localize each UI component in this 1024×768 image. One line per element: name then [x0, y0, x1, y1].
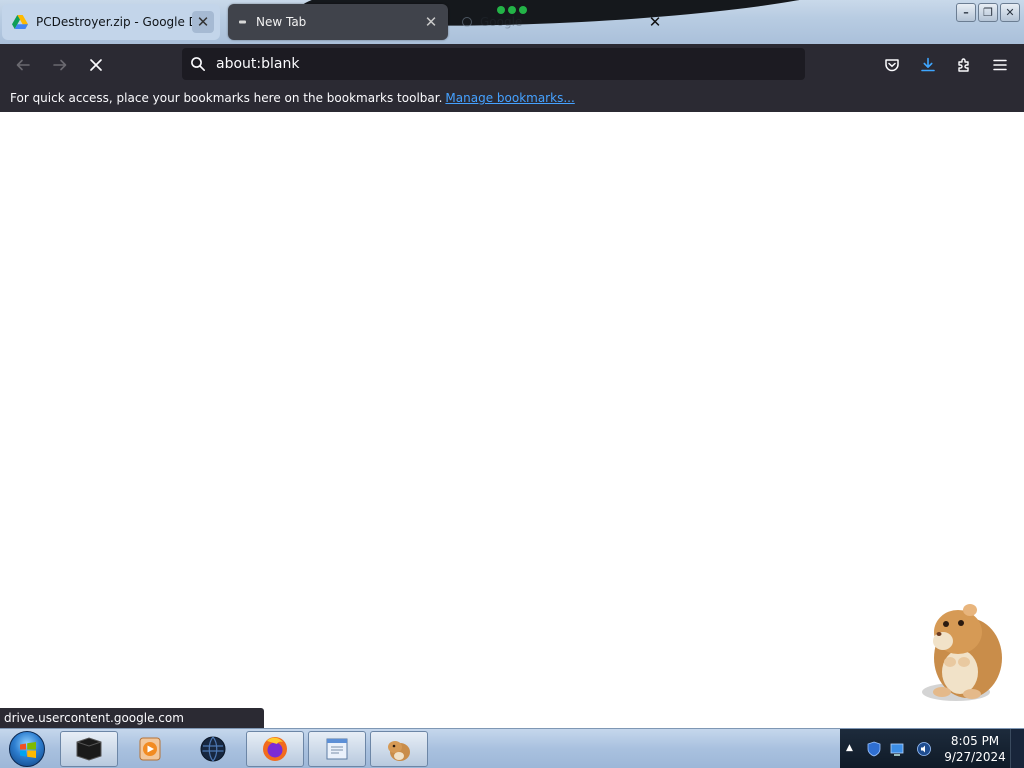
- app-menu-button[interactable]: [987, 52, 1013, 78]
- taskbar-document-app[interactable]: [308, 731, 366, 767]
- restore-button[interactable]: ❐: [978, 3, 998, 22]
- tab-title: Google: [480, 15, 523, 29]
- hamburger-menu-icon: [993, 59, 1007, 71]
- page-content: [0, 112, 1024, 728]
- hamster-icon: [388, 741, 410, 761]
- taskbar-media-player[interactable]: [121, 731, 179, 767]
- close-tab-button[interactable]: ✕: [644, 11, 666, 33]
- arrow-left-icon: [16, 59, 30, 71]
- media-player-icon: [139, 737, 161, 761]
- firefox-icon: [263, 737, 287, 761]
- terminal-icon: [76, 737, 102, 761]
- taskbar-terminal-app[interactable]: [60, 731, 118, 767]
- extensions-button[interactable]: [951, 52, 977, 78]
- puzzle-piece-icon: [958, 58, 969, 72]
- manage-bookmarks-link[interactable]: Manage bookmarks...: [445, 91, 574, 105]
- address-bar[interactable]: about:blank: [182, 48, 805, 80]
- minimize-button[interactable]: –: [956, 3, 976, 22]
- close-tab-button[interactable]: ✕: [192, 11, 214, 33]
- pocket-icon: [885, 59, 899, 72]
- volume-icon[interactable]: [916, 741, 932, 757]
- clock-time: 8:05 PM: [950, 734, 1000, 748]
- downloads-button[interactable]: [915, 52, 941, 78]
- bookmarks-toolbar: For quick access, place your bookmarks h…: [0, 84, 1024, 112]
- document-icon: [326, 738, 348, 760]
- navigation-toolbar: about:blank: [0, 44, 1024, 84]
- show-hidden-icons-button[interactable]: ▲: [846, 743, 853, 753]
- hamster-mascot-image: [922, 604, 1002, 701]
- search-icon: [191, 57, 205, 71]
- tab-google[interactable]: Google ✕: [452, 4, 672, 40]
- tab-title: PCDestroyer.zip - Google Drive: [36, 15, 192, 29]
- desktop-screen: PCDestroyer.zip - Google Drive ✕ New Tab…: [0, 0, 1024, 768]
- taskbar: ▲ 8:05 PM 9/27/2024: [0, 728, 1024, 768]
- tab-google-drive[interactable]: PCDestroyer.zip - Google Drive ✕: [2, 4, 220, 40]
- globe-icon: [200, 736, 226, 762]
- shield-icon[interactable]: [866, 741, 882, 757]
- arrow-right-icon: [53, 59, 67, 71]
- status-url-tooltip: drive.usercontent.google.com: [0, 708, 264, 728]
- system-tray: ▲ 8:05 PM 9/27/2024: [840, 729, 1024, 768]
- close-icon: [90, 59, 102, 71]
- new-tab-page-icon: [239, 20, 246, 24]
- forward-button[interactable]: [47, 52, 73, 78]
- taskbar-globe-app[interactable]: [184, 731, 242, 767]
- tab-strip: PCDestroyer.zip - Google Drive ✕ New Tab…: [0, 0, 1024, 44]
- window-controls: – ❐ ✕: [956, 3, 1020, 22]
- tab-new-tab[interactable]: New Tab ✕: [228, 4, 448, 40]
- taskbar-firefox[interactable]: [246, 731, 304, 767]
- clock[interactable]: 8:05 PM 9/27/2024: [940, 733, 1010, 765]
- network-icon[interactable]: [890, 741, 906, 757]
- close-tab-button[interactable]: ✕: [420, 11, 442, 33]
- start-button[interactable]: [2, 730, 52, 768]
- show-desktop-button[interactable]: [1010, 729, 1024, 768]
- download-icon: [921, 57, 935, 72]
- taskbar-hamster-app[interactable]: [370, 731, 428, 767]
- close-window-button[interactable]: ✕: [1000, 3, 1020, 22]
- bookmarks-toolbar-message: For quick access, place your bookmarks h…: [10, 91, 443, 105]
- tab-title: New Tab: [256, 15, 307, 29]
- back-button[interactable]: [10, 52, 36, 78]
- pocket-button[interactable]: [879, 52, 905, 78]
- google-icon: [462, 17, 472, 27]
- stop-loading-button[interactable]: [83, 52, 109, 78]
- clock-date: 9/27/2024: [944, 750, 1006, 764]
- address-input[interactable]: about:blank: [216, 56, 299, 72]
- google-drive-icon: [12, 15, 28, 29]
- windows-orb-icon: [9, 731, 45, 767]
